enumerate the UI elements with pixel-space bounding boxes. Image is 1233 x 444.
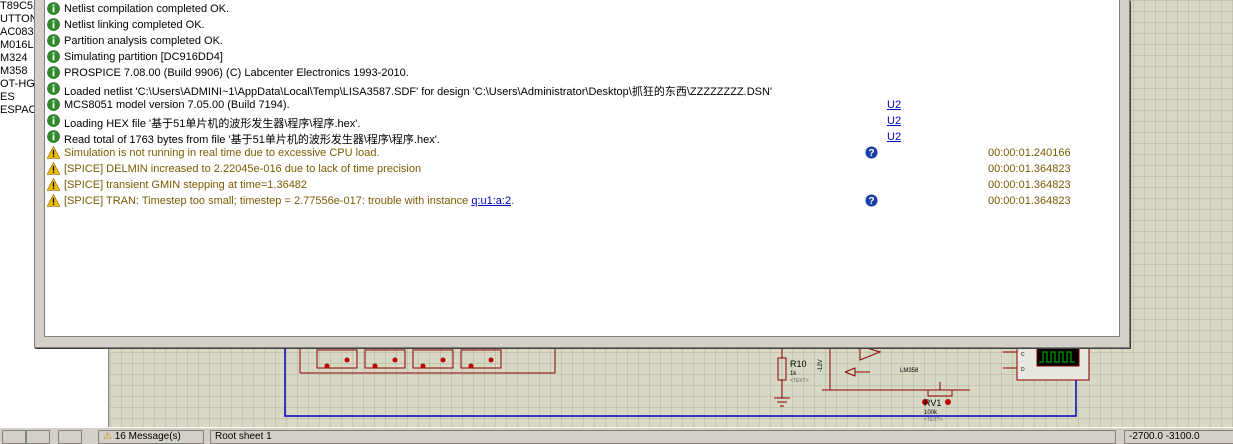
rv1-text: <TEXT> [924, 417, 943, 423]
message-time: 00:00:01.240166 [988, 147, 1071, 159]
message-text: MCS8051 model version 7.05.00 (Build 719… [64, 99, 290, 111]
message-time: 00:00:01.364823 [988, 163, 1071, 175]
message-text: Partition analysis completed OK. [64, 35, 223, 47]
coordinates: -2700.0 -3100.0 [1124, 430, 1233, 444]
component-link[interactable]: U2 [887, 131, 901, 143]
resistor-r10 [774, 346, 790, 407]
svg-text:?: ? [868, 148, 874, 159]
r10-ref: R10 [790, 359, 807, 369]
help-icon[interactable]: ? [865, 194, 878, 207]
message-text: Simulation is not running in real time d… [64, 147, 380, 159]
info-icon [47, 18, 60, 31]
log-message[interactable]: [SPICE] TRAN: Timestep too small; timest… [45, 193, 1115, 209]
log-message[interactable]: Partition analysis completed OK. [45, 33, 1115, 49]
info-icon [47, 130, 60, 143]
info-icon [47, 66, 60, 79]
opamp-lm358 [822, 345, 970, 391]
help-icon[interactable]: ? [865, 146, 878, 159]
log-message[interactable]: [SPICE] DELMIN increased to 2.22045e-016… [45, 161, 1115, 177]
info-icon [47, 34, 60, 47]
warning-icon [47, 162, 60, 175]
log-message[interactable]: [SPICE] transient GMIN stepping at time=… [45, 177, 1115, 193]
log-message[interactable]: Simulating partition [DC916DD4] [45, 49, 1115, 65]
log-message[interactable]: MCS8051 model version 7.05.00 (Build 719… [45, 97, 1115, 113]
simulation-log-dialog: Netlist compilation completed OK. Netlist… [34, 0, 1130, 348]
log-message[interactable]: Loaded netlist 'C:\Users\ADMINI~1\AppDat… [45, 81, 1115, 98]
log-message[interactable]: Netlist compilation completed OK. [45, 1, 1115, 17]
status-bar: ⚠ 16 Message(s) Root sheet 1 -2700.0 -31… [0, 427, 1233, 444]
svg-text:?: ? [868, 196, 874, 207]
r10-value: 1k [790, 371, 797, 377]
oscilloscope [1003, 345, 1090, 381]
message-text: Netlist compilation completed OK. [64, 3, 230, 15]
info-icon [47, 114, 60, 127]
svg-text:C: C [1021, 352, 1025, 358]
info-icon [47, 2, 60, 15]
message-list[interactable]: Netlist compilation completed OK. Netlist… [44, 0, 1120, 337]
message-text: [SPICE] transient GMIN stepping at time=… [64, 179, 308, 191]
message-text: Netlist linking completed OK. [64, 19, 205, 31]
warning-icon [47, 194, 60, 207]
message-count[interactable]: ⚠ 16 Message(s) [98, 430, 204, 444]
net-label: -12V [818, 359, 824, 372]
stop-button[interactable] [58, 430, 82, 444]
message-text: [SPICE] DELMIN increased to 2.22045e-016… [64, 163, 422, 175]
play-button[interactable] [2, 430, 26, 444]
warning-icon [47, 146, 60, 159]
info-icon [47, 98, 60, 111]
bus-wire [284, 346, 1077, 417]
warning-icon [47, 178, 60, 191]
component-link[interactable]: U2 [887, 99, 901, 111]
message-text: PROSPICE 7.08.00 (Build 9906) (C) Labcen… [64, 67, 409, 79]
warning-icon: ⚠ [103, 431, 112, 442]
log-message[interactable]: Read total of 1763 bytes from file '基于51… [45, 129, 1115, 146]
svg-text:D: D [1021, 367, 1025, 373]
button-matrix [299, 346, 556, 374]
rv1-value: 100k [924, 410, 938, 416]
message-text: [SPICE] TRAN: Timestep too small; timest… [64, 195, 515, 207]
log-message[interactable]: Netlist linking completed OK. [45, 17, 1115, 33]
sheet-name: Root sheet 1 [210, 430, 1116, 444]
rv1-ref: RV1 [924, 398, 941, 408]
message-time: 00:00:01.364823 [988, 195, 1071, 207]
u-label: LM358 [900, 368, 919, 374]
potentiometer-rv1 [927, 382, 953, 397]
message-time: 00:00:01.364823 [988, 179, 1071, 191]
log-message[interactable]: PROSPICE 7.08.00 (Build 9906) (C) Labcen… [45, 65, 1115, 81]
info-icon [47, 50, 60, 63]
log-message[interactable]: Loading HEX file '基于51单片机的波形发生器\程序\程序.he… [45, 113, 1115, 130]
instance-link[interactable]: q:u1:a:2 [471, 195, 511, 207]
pause-button[interactable] [26, 430, 50, 444]
info-icon [47, 82, 60, 95]
component-link[interactable]: U2 [887, 115, 901, 127]
r10-text: <TEXT> [790, 378, 809, 384]
message-text: Simulating partition [DC916DD4] [64, 51, 223, 63]
log-message[interactable]: Simulation is not running in real time d… [45, 145, 1115, 161]
